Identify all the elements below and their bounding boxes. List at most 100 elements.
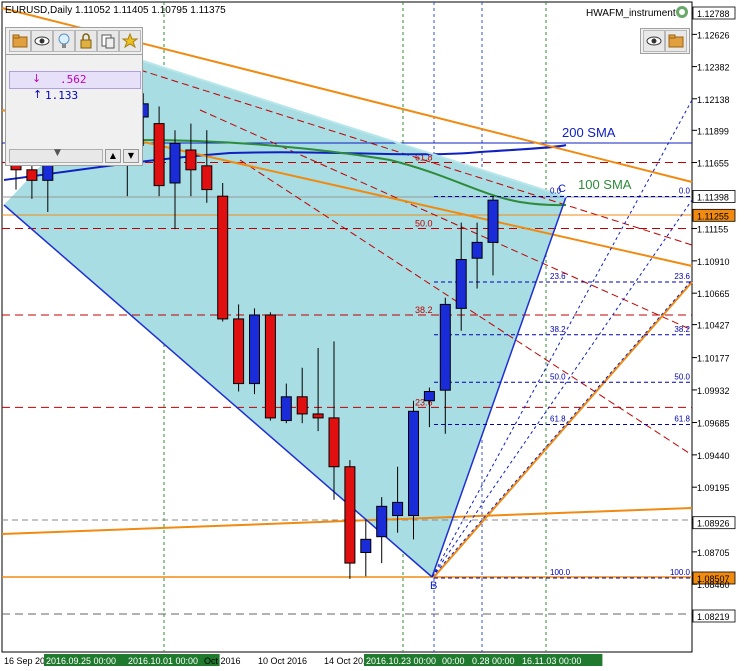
point-c-label: C	[558, 183, 566, 195]
price-tick-label: 1.12138	[697, 95, 730, 105]
price-tick-label: 1.08926	[697, 519, 730, 529]
candle-body	[328, 417, 340, 468]
fib-level-label: 38.2	[550, 325, 566, 334]
time-tick-label: 2016.10.23 00:00	[366, 656, 436, 666]
candle-body	[455, 259, 467, 309]
candle-body	[296, 396, 308, 415]
fib-values-panel: ↓ .562 ↑ 1.133 ▼ ▲ ▼	[5, 54, 143, 166]
price-tick: 1.11899	[692, 126, 729, 136]
price-tick: 1.09932	[692, 386, 730, 396]
price-tick: 1.11398	[692, 190, 736, 203]
fib-level-label: 50.0	[415, 219, 433, 229]
fib-row[interactable]: ↓ .562	[9, 71, 141, 89]
price-tick: 1.10177	[692, 354, 730, 364]
time-tick-label: Oct 2016	[204, 656, 241, 666]
time-tick-label: 2016.10.01 00:00	[128, 656, 198, 666]
fib-level-label: 23.6	[674, 272, 690, 281]
panel-dropdown[interactable]: ▼	[9, 148, 103, 163]
folder-icon[interactable]	[9, 30, 31, 52]
candle-body	[360, 538, 372, 554]
fib-level-label: 38.2	[674, 325, 690, 334]
star-icon[interactable]	[119, 30, 141, 52]
price-tick: 1.08219	[692, 609, 736, 623]
symbol-info: EURUSD,Daily 1.11052 1.11405 1.10795 1.1…	[5, 5, 226, 16]
chevron-down-icon: ▼	[54, 148, 61, 158]
sma-200-label: 200 SMA	[562, 125, 616, 140]
time-tick: 00:00	[440, 654, 472, 666]
candle	[217, 182, 229, 322]
candle-body	[26, 169, 38, 181]
candle-body	[487, 199, 499, 243]
candle-body	[408, 410, 419, 517]
price-tick: 1.11155	[692, 225, 728, 235]
copy-icon[interactable]	[97, 30, 119, 52]
time-tick-label: 10 Oct 2016	[258, 656, 307, 666]
candle	[264, 312, 276, 421]
price-tick-label: 1.10910	[697, 257, 730, 267]
fib-level-label: 61.8	[674, 415, 690, 424]
time-tick-label: 2016.09.25 00:00	[46, 656, 116, 666]
price-tick: 1.09195	[692, 483, 730, 493]
fib-level-label: 50.0	[674, 372, 690, 381]
price-tick-label: 1.08460	[697, 580, 730, 590]
candle-body	[312, 413, 324, 419]
time-tick: 16.11.03 00:00	[520, 654, 603, 666]
price-tick-label: 1.12382	[697, 63, 730, 73]
price-tick: 1.11255	[692, 208, 736, 222]
price-tick-label: 1.09685	[697, 419, 730, 429]
price-tick-label: 1.12626	[697, 30, 730, 40]
price-tick-label: 1.11655	[697, 159, 729, 169]
candle-body	[264, 314, 276, 419]
fib-row-arrow: ↓	[32, 72, 42, 85]
price-tick-label: 1.09932	[697, 386, 730, 396]
indicator-icon	[676, 6, 688, 18]
price-tick-label: 1.11255	[697, 211, 729, 221]
time-tick: Oct 2016	[204, 656, 241, 666]
fib-row-value: .562	[60, 73, 87, 86]
price-tick: 1.08705	[692, 548, 730, 558]
folder-icon[interactable]	[665, 30, 687, 52]
time-tick: 2016.09.25 00:00	[44, 654, 138, 666]
scroll-up-button[interactable]: ▲	[105, 149, 121, 163]
time-tick: 10 Oct 2016	[258, 656, 307, 666]
fib-row[interactable]: ↑ 1.133	[9, 88, 139, 104]
candle-body	[344, 466, 356, 564]
price-tick: 1.11655	[692, 159, 729, 169]
sma-100-label: 100 SMA	[578, 177, 632, 192]
candle-body	[376, 505, 388, 538]
candle-body	[423, 391, 435, 402]
price-tick: 1.08926	[692, 516, 736, 530]
candle-body	[392, 501, 404, 517]
candle-body	[471, 241, 483, 259]
fib-level-label: 50.0	[550, 372, 566, 381]
lightbulb-icon[interactable]	[53, 30, 75, 52]
candle-body	[249, 314, 260, 385]
eye-icon[interactable]	[643, 30, 665, 52]
candle-body	[201, 165, 213, 191]
point-b-label: B	[430, 580, 437, 592]
fib-row-arrow: ↑	[33, 88, 43, 101]
fib-row-value: 1.133	[45, 89, 79, 102]
price-tick-label: 1.08705	[697, 548, 730, 558]
price-tick: 1.10427	[692, 321, 730, 331]
candle-body	[280, 396, 292, 422]
fib-level-label: 100.0	[550, 568, 571, 577]
lock-icon[interactable]	[75, 30, 97, 52]
price-tick: 1.10910	[692, 257, 730, 267]
price-tick: 1.12138	[692, 95, 730, 105]
price-tick: 1.10665	[692, 289, 730, 299]
scroll-down-button[interactable]: ▼	[123, 149, 139, 163]
price-tick-label: 1.09195	[697, 483, 730, 493]
price-tick: 1.09440	[692, 451, 730, 461]
price-tick-label: 1.08219	[697, 612, 730, 622]
time-tick-label: 00:00	[442, 656, 465, 666]
price-tick-label: 1.10665	[697, 289, 730, 299]
eye-icon[interactable]	[31, 30, 53, 52]
indicator-toolbar	[640, 28, 690, 54]
price-tick-label: 1.11398	[697, 192, 729, 202]
fib-level-label: 61.8	[550, 415, 566, 424]
price-tick-label: 1.11899	[697, 126, 729, 136]
time-tick-label: 16.11.03 00:00	[522, 656, 581, 666]
price-tick-label: 1.11155	[697, 225, 728, 235]
candle-body	[169, 142, 181, 184]
